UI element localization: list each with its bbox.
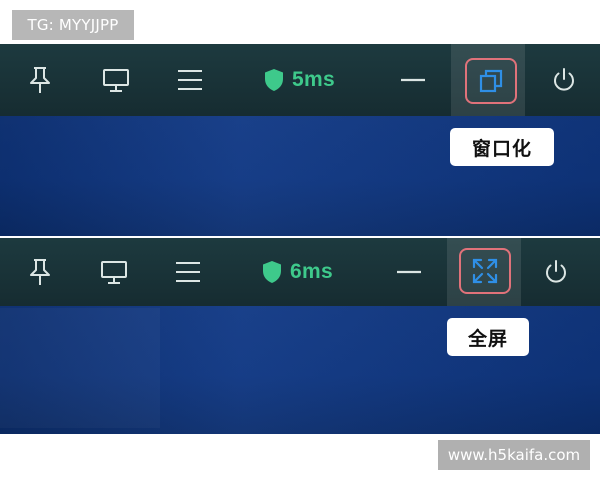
screenshot-stage: TG: MYYJJPP 5ms 窗口化 6ms 全屏 www.h5kaifa.c… — [0, 0, 600, 480]
minimize-icon — [397, 270, 421, 274]
watermark-bottom: www.h5kaifa.com — [438, 440, 590, 470]
menu-button[interactable] — [162, 238, 214, 306]
remote-desktop-panel-fullscreen: 6ms 全屏 — [0, 238, 600, 434]
minimize-button[interactable] — [386, 238, 432, 306]
menu-icon — [178, 70, 202, 90]
minimize-button[interactable] — [390, 44, 436, 116]
monitor-icon — [101, 261, 127, 284]
remote-toolbar: 6ms — [0, 238, 600, 306]
latency-value: 6ms — [290, 260, 333, 283]
remote-desktop-panel-windowed: 5ms 窗口化 — [0, 44, 600, 236]
latency-indicator: 5ms — [264, 44, 335, 116]
minimize-icon — [401, 78, 425, 82]
power-button[interactable] — [540, 44, 588, 116]
desktop-tile — [0, 308, 160, 428]
power-icon — [554, 68, 574, 91]
pin-button[interactable] — [14, 44, 66, 116]
fullscreen-button[interactable] — [459, 248, 511, 294]
shield-icon — [265, 69, 283, 91]
fullscreen-icon — [472, 258, 498, 284]
power-button[interactable] — [532, 238, 580, 306]
pin-icon — [30, 259, 50, 285]
desktop-button[interactable] — [90, 44, 142, 116]
desktop-button[interactable] — [88, 238, 140, 306]
menu-icon — [176, 262, 200, 282]
tooltip-fullscreen: 全屏 — [447, 318, 529, 356]
menu-button[interactable] — [164, 44, 216, 116]
tooltip-window-mode: 窗口化 — [450, 128, 554, 166]
latency-value: 5ms — [292, 68, 335, 91]
window-mode-button[interactable] — [465, 58, 517, 104]
latency-indicator: 6ms — [262, 238, 333, 306]
shield-icon — [263, 261, 281, 283]
pin-icon — [30, 67, 50, 93]
monitor-icon — [103, 69, 129, 92]
watermark-top: TG: MYYJJPP — [12, 10, 134, 40]
window-mode-icon — [479, 69, 503, 93]
pin-button[interactable] — [14, 238, 66, 306]
power-icon — [546, 260, 566, 283]
remote-toolbar: 5ms — [0, 44, 600, 116]
